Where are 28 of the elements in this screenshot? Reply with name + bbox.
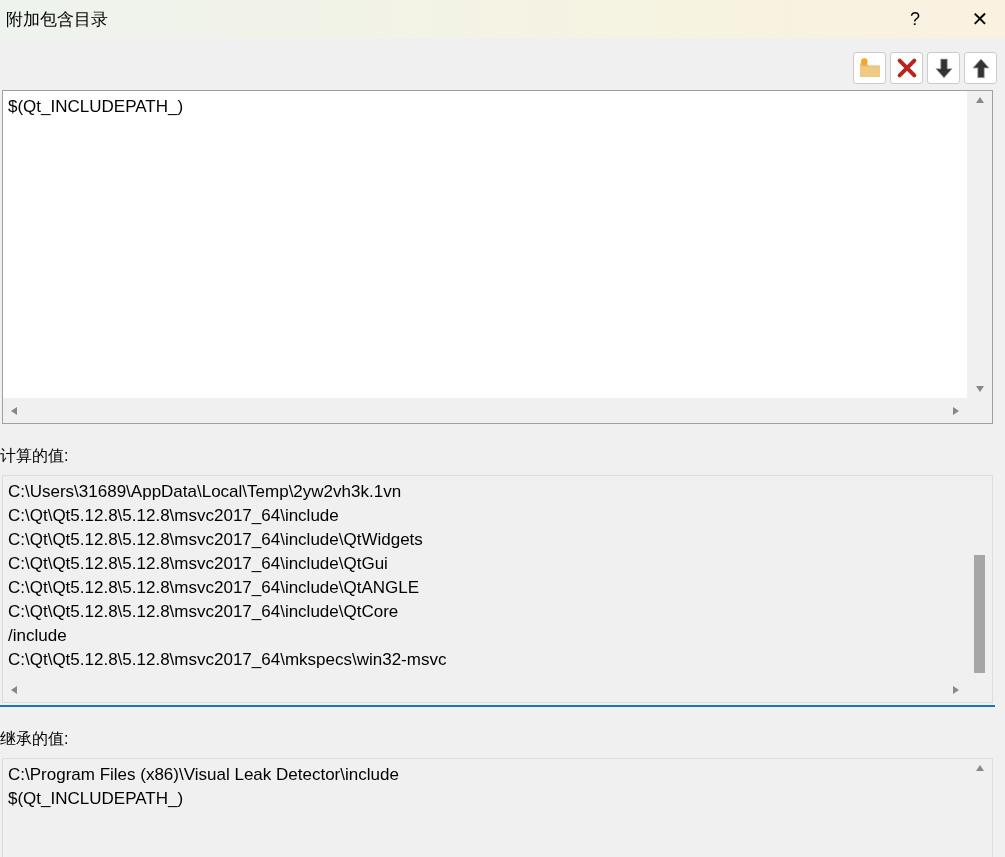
edit-box[interactable]: $(Qt_INCLUDEPATH_) (2, 90, 993, 424)
delete-button[interactable] (890, 52, 923, 84)
editor-line: $(Qt_INCLUDEPATH_) (8, 96, 184, 118)
computed-path: /include (8, 625, 67, 647)
computed-path: C:\Qt\Qt5.12.8\5.12.8\msvc2017_64\mkspecs\win32-msvc (8, 649, 447, 671)
close-button[interactable]: ✕ (955, 7, 1005, 31)
inherited-path: $(Qt_INCLUDEPATH_) (8, 788, 184, 810)
move-down-button[interactable] (927, 52, 960, 84)
move-up-button[interactable] (964, 52, 997, 84)
computed-path: C:\Qt\Qt5.12.8\5.12.8\msvc2017_64\include\QtWidgets (8, 529, 423, 551)
scroll-up-arrow-icon[interactable] (974, 763, 985, 773)
scroll-up-arrow-icon[interactable] (974, 95, 985, 105)
inherited-path: C:\Program Files (x86)\Visual Leak Detector\include (8, 764, 399, 786)
scroll-right-arrow-icon[interactable] (951, 405, 961, 416)
help-button[interactable]: ? (885, 8, 945, 30)
computed-path: C:\Users\31689\AppData\Local\Temp\2yw2vh3k.1vn (8, 481, 402, 503)
window-title: 附加包含目录 (5, 8, 109, 31)
scroll-left-arrow-icon[interactable] (9, 405, 19, 416)
computed-path: C:\Qt\Qt5.12.8\5.12.8\msvc2017_64\include\QtCore (8, 601, 399, 623)
scroll-left-arrow-icon[interactable] (9, 684, 19, 695)
computed-path: C:\Qt\Qt5.12.8\5.12.8\msvc2017_64\include\QtGui (8, 553, 388, 575)
computed-path: C:\Qt\Qt5.12.8\5.12.8\msvc2017_64\include\QtANGLE (8, 577, 420, 599)
scroll-thumb[interactable] (974, 555, 985, 673)
scroll-right-arrow-icon[interactable] (951, 684, 961, 695)
scroll-down-arrow-icon[interactable] (974, 384, 985, 394)
section-label: 继承的值: (0, 729, 70, 749)
section-label: 计算的值: (0, 446, 70, 466)
computed-path: C:\Qt\Qt5.12.8\5.12.8\msvc2017_64\include (8, 505, 339, 527)
